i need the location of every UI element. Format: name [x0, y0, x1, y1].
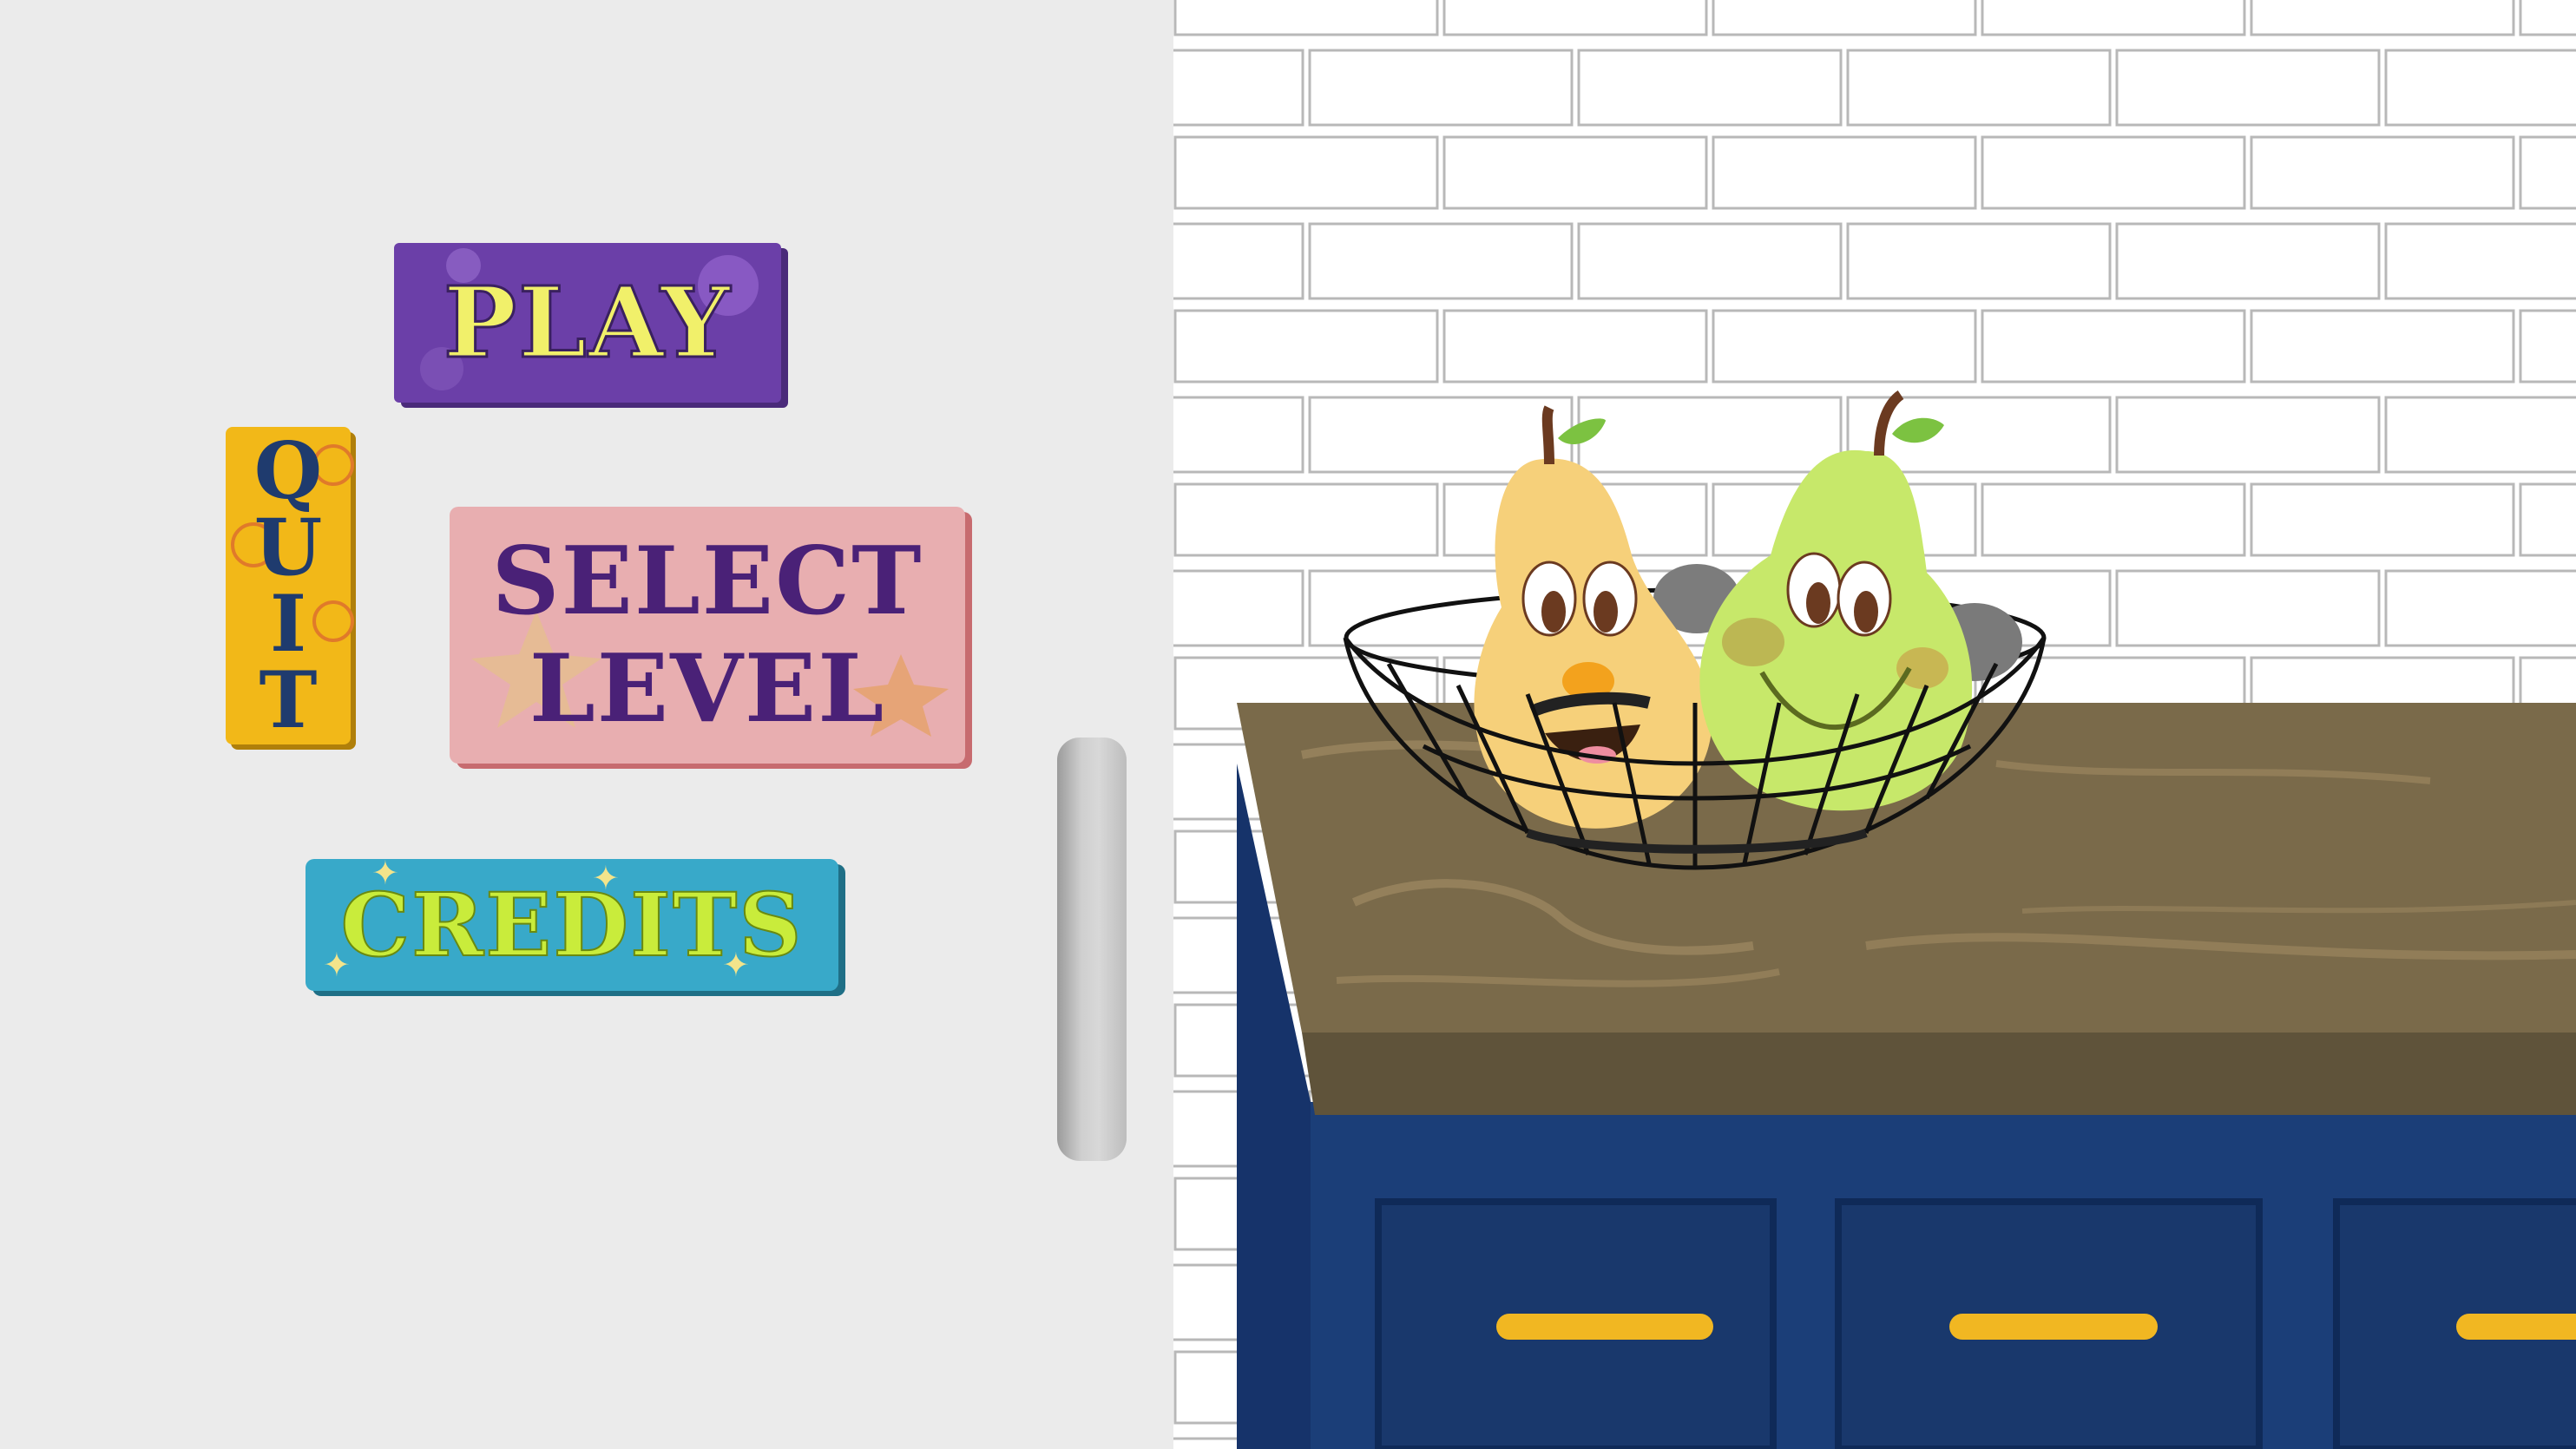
quit-label: Q U I T [253, 425, 323, 746]
star-icon: ✦ [371, 854, 399, 892]
quit-letter: I [269, 578, 307, 670]
play-label: PLAY [442, 265, 733, 381]
play-button[interactable]: PLAY [394, 243, 781, 403]
pear-green-icon [1699, 390, 1973, 811]
credits-button[interactable]: ✦ ✦ ✦ ✦ CREDITS [306, 854, 838, 991]
star-icon: ✦ [592, 859, 620, 897]
level-line: LEVEL [529, 634, 886, 744]
select-level-label: SELECT LEVEL [492, 528, 923, 743]
quit-letter: T [259, 654, 318, 746]
star-icon: ✦ [722, 946, 750, 984]
fruit-basket-scene [1343, 390, 2047, 870]
select-line: SELECT [491, 527, 923, 636]
quit-letter: Q [253, 425, 323, 517]
star-icon: ✦ [323, 946, 351, 984]
select-level-button[interactable]: SELECT LEVEL [450, 507, 965, 764]
quit-letter: U [253, 502, 323, 593]
